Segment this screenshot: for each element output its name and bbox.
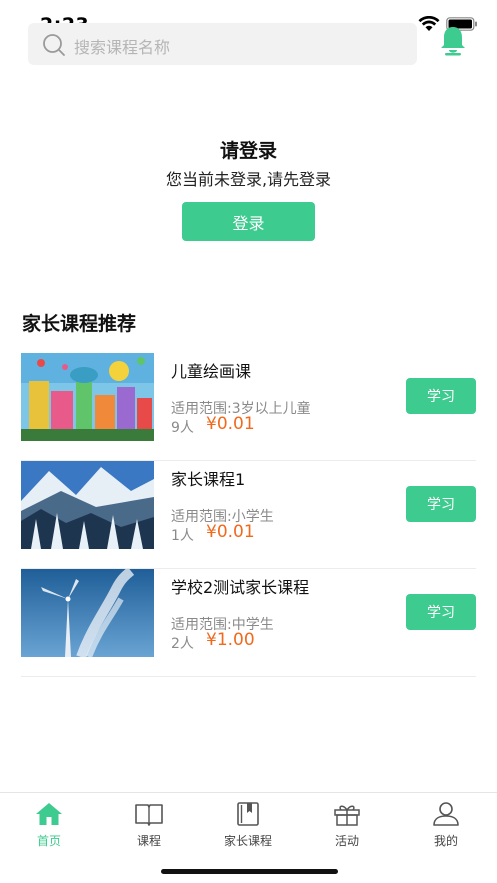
section-title: 家长课程推荐 xyxy=(22,313,137,335)
search-bar[interactable]: 搜索课程名称 xyxy=(28,23,417,65)
course-price: ¥0.01 xyxy=(206,522,255,542)
course-name: 儿童绘画课 xyxy=(171,362,252,381)
tab-courses[interactable]: 课程 xyxy=(109,801,189,849)
tab-label: 我的 xyxy=(433,834,458,848)
home-indicator xyxy=(161,869,338,874)
book-icon xyxy=(135,804,163,826)
notification-bell-icon[interactable] xyxy=(436,24,470,58)
tab-home[interactable]: 首页 xyxy=(9,801,89,849)
study-button[interactable]: 学习 xyxy=(406,594,476,630)
tab-label: 活动 xyxy=(334,834,359,848)
course-list-item[interactable]: 家长课程1 适用范围:小学生 1人 ¥0.01 学习 xyxy=(21,461,476,569)
course-price: ¥1.00 xyxy=(206,630,255,650)
gift-icon xyxy=(334,805,360,826)
login-prompt-subtitle: 您当前未登录,请先登录 xyxy=(165,170,332,189)
tab-activities[interactable]: 活动 xyxy=(307,801,387,849)
search-input[interactable]: 搜索课程名称 xyxy=(74,34,170,58)
course-thumbnail[interactable] xyxy=(21,569,154,657)
tab-label: 家长课程 xyxy=(223,834,272,848)
bookmark-book-icon xyxy=(237,802,259,826)
login-prompt-title: 请登录 xyxy=(219,140,277,162)
course-thumbnail[interactable] xyxy=(21,353,154,441)
course-list-item[interactable]: 儿童绘画课 适用范围:3岁以上儿童 9人 ¥0.01 学习 xyxy=(21,353,476,461)
user-icon xyxy=(433,802,459,826)
search-icon xyxy=(43,34,65,56)
course-enrolled-count: 9人 xyxy=(171,420,194,436)
course-price: ¥0.01 xyxy=(206,414,255,434)
course-enrolled-count: 2人 xyxy=(171,636,194,652)
course-list-item[interactable]: 学校2测试家长课程 适用范围:中学生 2人 ¥1.00 学习 xyxy=(21,569,476,677)
course-enrolled-count: 1人 xyxy=(171,528,194,544)
course-name: 学校2测试家长课程 xyxy=(171,578,310,597)
tab-label: 首页 xyxy=(36,834,61,848)
tab-mine[interactable]: 我的 xyxy=(406,801,486,849)
study-button[interactable]: 学习 xyxy=(406,378,476,414)
login-button[interactable]: 登录 xyxy=(182,202,315,241)
course-name: 家长课程1 xyxy=(171,470,246,489)
course-thumbnail[interactable] xyxy=(21,461,154,549)
tab-label: 课程 xyxy=(136,834,161,848)
tab-parent-courses[interactable]: 家长课程 xyxy=(208,801,288,849)
home-icon xyxy=(36,803,62,825)
study-button[interactable]: 学习 xyxy=(406,486,476,522)
